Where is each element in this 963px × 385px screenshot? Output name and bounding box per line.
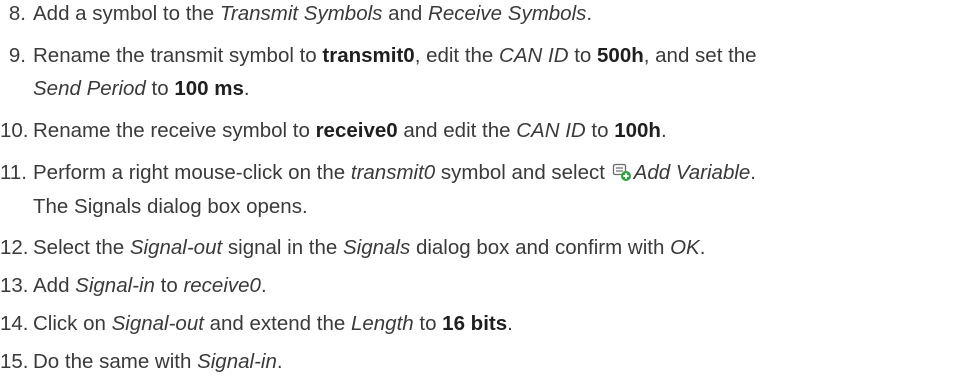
text-run: and edit the: [397, 119, 517, 142]
text-run: .: [276, 350, 283, 373]
value-term: 100 ms: [174, 77, 244, 100]
ui-term: Signal-in: [197, 350, 277, 373]
value-term: 16 bits: [442, 312, 508, 335]
value-term: transmit0: [322, 44, 415, 67]
text-run: and: [382, 2, 429, 25]
ui-term: Signal-in: [75, 274, 155, 297]
step-9-continuation: Send Period to 100 ms.: [33, 75, 250, 102]
step-number: 8.: [8, 2, 26, 25]
add-variable-icon: [612, 162, 632, 189]
text-run: Do the same with: [33, 350, 198, 373]
step-number: 9.: [8, 44, 26, 67]
text-run: .: [586, 2, 593, 25]
text-run: .: [243, 77, 250, 100]
step-number: 10.: [0, 119, 29, 142]
step-text: Select the Signal-out signal in the Sign…: [33, 234, 705, 261]
text-run: Add: [33, 274, 76, 297]
step-text: Rename the transmit symbol to transmit0,…: [33, 42, 757, 69]
ui-term: CAN ID: [516, 119, 586, 142]
step-text: Add a symbol to the Transmit Symbols and…: [33, 0, 592, 27]
ui-term: OK: [670, 236, 700, 259]
step-number: 15.: [0, 350, 29, 373]
step-text: Do the same with Signal-in.: [33, 348, 283, 375]
text-run: , and set the: [643, 44, 757, 67]
text-run: to: [413, 312, 443, 335]
text-run: to: [568, 44, 598, 67]
step-text: Add Signal-in to receive0.: [33, 272, 267, 299]
text-run: .: [660, 119, 667, 142]
ui-term: receive0: [183, 274, 261, 297]
step-number: 13.: [0, 274, 29, 297]
text-run: to: [585, 119, 615, 142]
step-text: Perform a right mouse-click on the trans…: [33, 159, 756, 189]
text-run: The Signals dialog box opens.: [33, 195, 308, 218]
text-run: to: [154, 274, 184, 297]
text-run: .: [507, 312, 513, 335]
ui-term: Signals: [343, 236, 411, 259]
ui-term: Send Period: [33, 77, 146, 100]
ui-term: Signal-out: [129, 236, 223, 259]
instruction-list: 8. Add a symbol to the Transmit Symbols …: [0, 0, 963, 385]
step-number: 14.: [0, 312, 29, 335]
step-11-continuation: The Signals dialog box opens.: [33, 193, 308, 220]
step-text: Click on Signal-out and extend the Lengt…: [33, 310, 513, 337]
text-run: Add a symbol to the: [33, 2, 220, 25]
ui-term: Length: [350, 312, 414, 335]
ui-term: Add Variable: [633, 161, 751, 184]
text-run: Click on: [33, 312, 112, 335]
ui-term: Transmit Symbols: [219, 2, 383, 25]
text-run: Select the: [33, 236, 130, 259]
text-run: to: [145, 77, 175, 100]
text-run: .: [750, 161, 756, 184]
text-run: and extend the: [203, 312, 351, 335]
text-run: .: [699, 236, 706, 259]
step-number: 11.: [0, 161, 27, 184]
text-run: Rename the transmit symbol to: [33, 44, 323, 67]
step-number: 12.: [0, 236, 29, 259]
ui-term: Signal-out: [111, 312, 204, 335]
value-term: receive0: [315, 119, 398, 142]
ui-term: transmit0: [350, 161, 436, 184]
ui-term: CAN ID: [499, 44, 569, 67]
text-run: signal in the: [222, 236, 343, 259]
text-run: , edit the: [414, 44, 500, 67]
text-run: Perform a right mouse-click on the: [33, 161, 351, 184]
text-run: .: [260, 274, 267, 297]
text-run: Rename the receive symbol to: [33, 119, 316, 142]
text-run: dialog box and confirm with: [410, 236, 671, 259]
step-text: Rename the receive symbol to receive0 an…: [33, 117, 667, 144]
value-term: 100h: [614, 119, 661, 142]
text-run: symbol and select: [435, 161, 611, 184]
ui-term: Receive Symbols: [428, 2, 587, 25]
value-term: 500h: [597, 44, 644, 67]
